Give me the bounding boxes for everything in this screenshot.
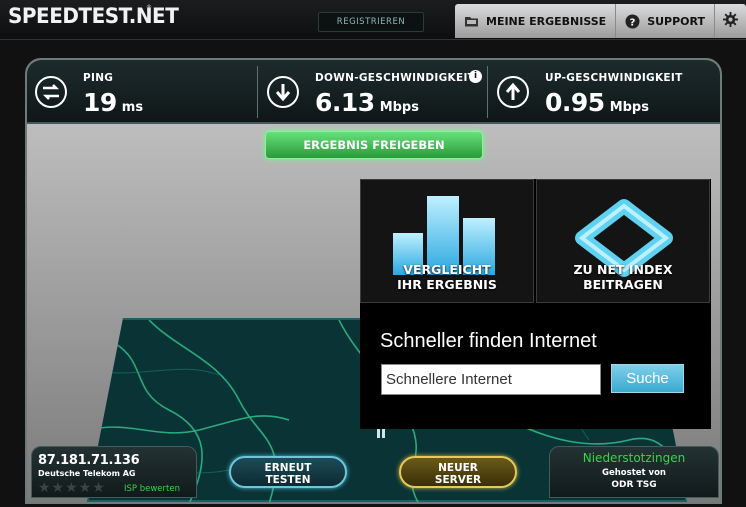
share-result-button[interactable]: ERGEBNIS FREIGEBEN	[265, 131, 483, 159]
nav-support[interactable]: ? SUPPORT	[615, 4, 714, 38]
search-title: Schneller finden Internet	[380, 330, 597, 352]
svg-text:?: ?	[630, 17, 636, 28]
upload-value: 0.95 Mbps	[545, 88, 649, 117]
arrow-down-icon	[259, 60, 306, 124]
server-panel: Niederstotzingen Gehostet von ODR TSG	[549, 446, 719, 498]
server-city[interactable]: Niederstotzingen	[550, 451, 718, 465]
download-value: 6.13 Mbps	[315, 88, 419, 117]
stat-divider	[257, 66, 258, 118]
speedtest-panel: PING 19 ms DOWN-GESCHWINDIGKEIT i 6.13 Mbp…	[25, 58, 722, 504]
retest-button[interactable]: ERNEUT TESTEN	[229, 456, 347, 488]
download-stat: DOWN-GESCHWINDIGKEIT i 6.13 Mbps	[259, 60, 487, 124]
compare-results-tile[interactable]: VERGLEICHT IHR ERGEBNIS	[360, 179, 534, 303]
nav-my-results-label: MEINE ERGEBNISSE	[486, 14, 607, 28]
results-bar: PING 19 ms DOWN-GESCHWINDIGKEIT i 6.13 Mbp…	[27, 60, 720, 124]
logo-trademark: ®	[146, 4, 152, 11]
results-popup: VERGLEICHT IHR ERGEBNIS ZU NET INDEX BEITR…	[360, 179, 711, 429]
net-index-label: ZU NET INDEX BEITRAGEN	[573, 262, 673, 292]
arrow-up-icon	[489, 60, 536, 124]
upload-stat: UP-GESCHWINDIGKEIT 0.95 Mbps	[489, 60, 720, 124]
nav-my-results[interactable]: MEINE ERGEBNISSE	[455, 4, 615, 38]
upload-label: UP-GESCHWINDIGKEIT	[545, 72, 683, 84]
top-bar: SPEEDTEST.NET ® REGISTRIEREN MEINE ERGEB…	[0, 0, 746, 40]
isp-panel: 87.181.71.136 Deutsche Telekom AG ★★★★★ …	[31, 446, 197, 498]
download-unit: Mbps	[379, 100, 419, 115]
stat-divider	[487, 66, 488, 118]
info-icon[interactable]: i	[469, 70, 482, 83]
search-input[interactable]	[381, 364, 601, 395]
settings-button[interactable]	[714, 4, 746, 38]
ping-unit: ms	[121, 100, 144, 115]
isp-name: Deutsche Telekom AG	[38, 469, 136, 478]
search-button[interactable]: Suche	[611, 364, 684, 393]
top-nav: MEINE ERGEBNISSE ? SUPPORT	[455, 4, 746, 38]
net-index-tile[interactable]: ZU NET INDEX BEITRAGEN	[536, 179, 710, 303]
ping-label: PING	[83, 72, 114, 84]
register-button[interactable]: REGISTRIEREN	[318, 12, 424, 32]
upload-unit: Mbps	[609, 100, 649, 115]
question-icon: ?	[625, 14, 640, 29]
ping-stat: PING 19 ms	[27, 60, 257, 124]
folder-icon	[464, 15, 479, 27]
server-host: ODR TSG	[611, 480, 657, 490]
gear-icon	[723, 12, 738, 30]
compare-label: VERGLEICHT IHR ERGEBNIS	[397, 262, 497, 292]
speedtest-logo[interactable]: SPEEDTEST.NET	[8, 4, 179, 28]
ping-value: 19 ms	[83, 88, 144, 117]
hosted-by-label: Gehostet von	[602, 468, 666, 478]
rate-isp-link[interactable]: ISP bewerten	[124, 484, 180, 494]
download-label: DOWN-GESCHWINDIGKEIT	[315, 72, 476, 84]
rating-stars[interactable]: ★★★★★	[38, 480, 106, 496]
swap-arrows-icon	[27, 60, 74, 124]
new-server-button[interactable]: NEUER SERVER	[399, 456, 517, 488]
ip-address: 87.181.71.136	[38, 453, 140, 468]
nav-support-label: SUPPORT	[647, 14, 705, 28]
